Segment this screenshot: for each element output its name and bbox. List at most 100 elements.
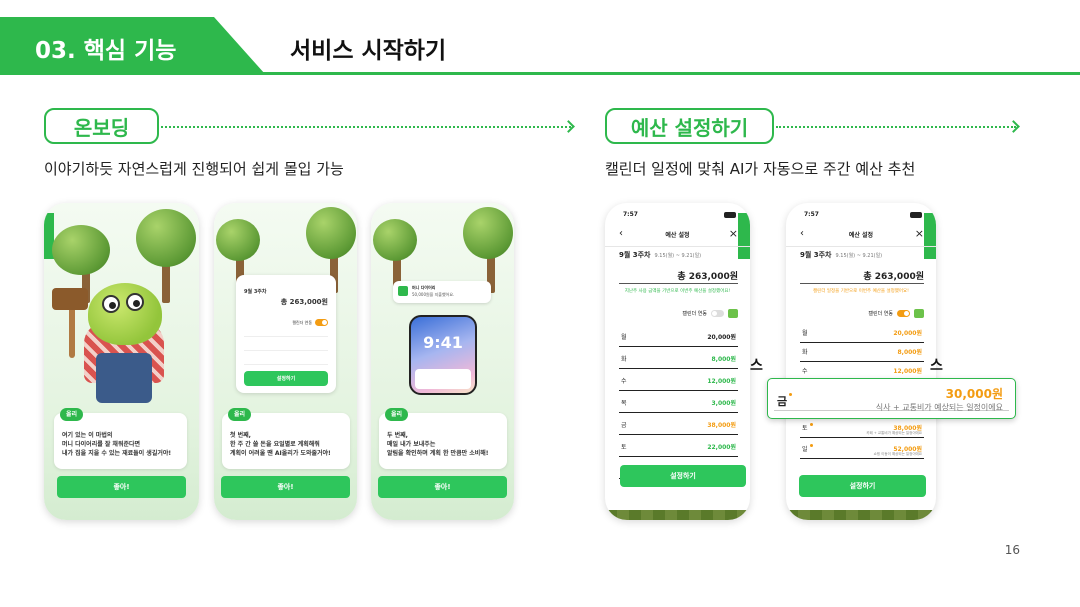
speaker-tag: 올리 <box>228 408 252 421</box>
day-value: 8,000원 <box>711 356 737 363</box>
arrow-right-icon <box>1007 120 1020 133</box>
day-value: 38,000원 <box>707 422 736 429</box>
calendar-sync-toggle[interactable] <box>897 310 910 317</box>
edge-text: 스 <box>930 358 943 374</box>
friday-budget-popup[interactable]: 금 30,000원 식사 + 교통비가 예상되는 일정이에요 <box>767 378 1016 419</box>
ai-hint: 캘린더 일정을 기반으로 이번주 예산을 설정했어요! <box>813 289 909 294</box>
budget-phone-a: 7:57 ‹ 예산 설정 × 9월 3주차 9.15(월) ~ 9.21(일) 총… <box>605 203 750 520</box>
day-row[interactable]: 수 12,000원 <box>619 369 738 391</box>
mascot-avatar <box>88 283 162 345</box>
status-bar: 7:57 <box>605 211 750 221</box>
page-number: 16 <box>1004 543 1020 557</box>
ok-button[interactable]: 좋아! <box>57 476 186 498</box>
app-icon <box>398 286 408 296</box>
budget-phone-b: 7:57 ‹ 예산 설정 × 9월 3주차 9.15(월) ~ 9.21(일) 총… <box>786 203 936 520</box>
day-value: 22,000원 <box>707 444 736 451</box>
day-label: 화 <box>802 349 808 356</box>
day-label: 토 <box>802 423 813 432</box>
day-label: 화 <box>621 356 627 363</box>
total-budget: 총 263,000원 <box>677 272 738 282</box>
setup-button[interactable]: 설정하기 <box>244 371 328 386</box>
onboarding-phone-2: 9월 3주차 총 263,000원 캘린더 연동 설정하기 올리 첫 번째, 한… <box>214 203 357 520</box>
status-bar: 7:57 <box>786 211 936 221</box>
day-row[interactable]: 목 3,000원 <box>619 391 738 413</box>
push-notification: 머니 다이어리 50,000원을 지출했어요. <box>393 281 491 303</box>
speaker-tag: 올리 <box>385 408 409 421</box>
speech-bubble: 올리 첫 번째, 한 주 간 쓸 돈을 요일별로 계획해줘 계획이 어려울 땐 … <box>222 408 350 469</box>
day-value: 20,000원 <box>707 334 736 341</box>
tree-icon <box>373 219 417 261</box>
hammer-icon <box>52 288 88 310</box>
day-value: 3,000원 <box>711 400 737 407</box>
day-label: 월 <box>621 334 627 341</box>
day-row[interactable]: 월 20,000원 <box>619 325 738 347</box>
popup-note: 식사 + 교통비가 예상되는 일정이에요 <box>875 403 1003 412</box>
budget-dotted-line <box>776 126 1016 128</box>
page-title: 서비스 시작하기 <box>290 38 447 64</box>
day-label: 목 <box>621 400 627 407</box>
day-row[interactable]: 일 52,000원 쇼핑 이동이 예상되는 일정이에요 <box>800 437 924 459</box>
onboarding-phone-3: 머니 다이어리 50,000원을 지출했어요. 9:41 올리 두 번째, 매일… <box>371 203 514 520</box>
day-value: 12,000원 <box>707 378 736 385</box>
section-label: 03. 핵심 기능 <box>35 38 177 64</box>
popup-value: 30,000원 <box>945 387 1003 401</box>
onboarding-subtitle: 이야기하듯 자연스럽게 진행되어 쉽게 몰입 가능 <box>44 160 344 178</box>
day-label: 수 <box>802 368 808 375</box>
day-label: 일 <box>802 444 813 453</box>
tree-icon <box>216 219 260 261</box>
lock-clock: 9:41 <box>423 333 463 352</box>
battery-icon <box>910 212 922 218</box>
week-label: 9월 3주차 9.15(월) ~ 9.21(일) <box>800 251 883 259</box>
battery-icon <box>724 212 736 218</box>
day-row[interactable]: 토 38,000원 카페 + 교통비가 예상되는 일정이에요 <box>800 416 924 438</box>
day-row[interactable]: 금 38,000원 <box>619 413 738 435</box>
total-budget: 총 263,000원 <box>863 272 924 282</box>
budget-pill: 예산 설정하기 <box>605 108 774 144</box>
calendar-icon <box>728 309 738 318</box>
nav-bar: ‹ 예산 설정 × <box>619 227 738 240</box>
tree-icon <box>463 207 513 259</box>
week-label: 9월 3주차 9.15(월) ~ 9.21(일) <box>619 251 702 259</box>
close-icon[interactable]: × <box>915 227 924 240</box>
calendar-sync-toggle[interactable] <box>711 310 724 317</box>
budget-subtitle: 캘린더 일정에 맞춰 AI가 자동으로 주간 예산 추천 <box>605 160 916 178</box>
day-row[interactable]: 토 22,000원 <box>619 435 738 457</box>
day-note: 쇼핑 이동이 예상되는 일정이에요 <box>873 452 922 456</box>
calendar-icon <box>914 309 924 318</box>
budget-preview-card: 9월 3주차 총 263,000원 캘린더 연동 설정하기 <box>236 275 336 393</box>
widget <box>415 369 471 389</box>
day-row[interactable]: 화 8,000원 <box>619 347 738 369</box>
bubble-message: 두 번째, 매일 내가 보내주는 알림을 확인하며 계획 한 만큼만 소비해! <box>387 432 489 457</box>
ok-button[interactable]: 좋아! <box>221 476 350 498</box>
onboarding-pill: 온보딩 <box>44 108 159 144</box>
edge-text: 스 <box>750 358 763 374</box>
bubble-message: 첫 번째, 한 주 간 쓸 돈을 요일별로 계획해줘 계획이 어려울 땐 AI올… <box>230 432 331 457</box>
tree-icon <box>52 225 110 275</box>
onboarding-dotted-line <box>161 126 571 128</box>
day-value: 12,000원 <box>893 368 922 375</box>
day-label: 토 <box>621 444 627 451</box>
day-label: 월 <box>802 330 808 337</box>
setup-button[interactable]: 설정하기 <box>620 465 746 487</box>
day-note: 카페 + 교통비가 예상되는 일정이에요 <box>866 431 922 435</box>
lock-screen-preview: 9:41 <box>409 315 477 395</box>
arrow-right-icon <box>562 120 575 133</box>
tree-icon <box>306 207 356 259</box>
speaker-tag: 올리 <box>60 408 84 421</box>
calendar-sync-toggle[interactable] <box>315 319 328 326</box>
ok-button[interactable]: 좋아! <box>378 476 507 498</box>
day-value: 8,000원 <box>897 349 923 356</box>
speech-bubble: 올리 두 번째, 매일 내가 보내주는 알림을 확인하며 계획 한 만큼만 소비… <box>379 408 507 469</box>
header-divider <box>0 72 1080 75</box>
speech-bubble: 올리 여기 있는 이 마법의 머니 다이어리를 잘 채워준다면 내가 집을 지을… <box>54 408 187 469</box>
calendar-sync-row: 캘린더 연동 <box>868 309 924 318</box>
day-value: 20,000원 <box>893 330 922 337</box>
nav-bar: ‹ 예산 설정 × <box>800 227 924 240</box>
tree-icon <box>136 209 196 267</box>
close-icon[interactable]: × <box>729 227 738 240</box>
ai-hint: 지난주 사용 금액을 기반으로 이번주 예산을 설정했어요! <box>624 289 731 294</box>
day-label: 금 <box>621 422 627 429</box>
popup-day: 금 <box>777 393 793 409</box>
setup-button[interactable]: 설정하기 <box>799 475 926 497</box>
bubble-message: 여기 있는 이 마법의 머니 다이어리를 잘 채워준다면 내가 집을 지을 수 … <box>62 432 172 457</box>
